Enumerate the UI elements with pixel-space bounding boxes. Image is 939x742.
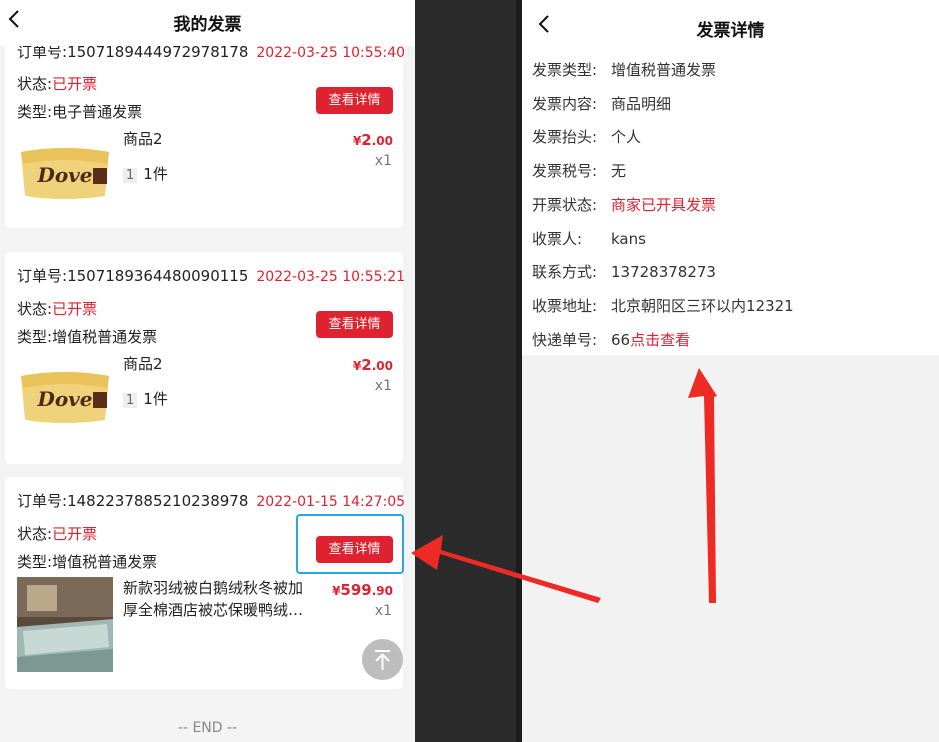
detail-row-recipient: 收票人: kans — [532, 230, 646, 248]
type-value: 电子普通发票 — [52, 103, 143, 121]
invoice-type: 类型:增值税普通发票 — [17, 328, 158, 346]
product-price: ¥2.00 — [352, 131, 393, 149]
type-value: 增值税普通发票 — [52, 328, 158, 346]
product-image — [17, 577, 113, 672]
product-count: x1 — [374, 603, 392, 619]
product-quantity: 1 1件 — [123, 163, 168, 184]
invoice-card: 订单号:1507189364480090115 2022-03-25 10:55:… — [5, 252, 406, 464]
invoice-status: 状态:已开票 — [17, 525, 98, 543]
invoice-detail-panel: 发票类型: 增值税普通发票 发票内容: 商品明细 发票抬头: 个人 发票税号: 无 开票… — [522, 50, 939, 355]
product-image: Dove — [17, 142, 113, 200]
invoice-detail-screen: 发票详情 发票类型: 增值税普通发票 发票内容: 商品明细 发票抬头: 个人 发票税号… — [522, 0, 939, 742]
header-bar: 发票详情 — [522, 0, 939, 50]
detail-row-invoice-title: 发票抬头: 个人 — [532, 128, 642, 146]
product-name: 商品2 — [123, 130, 163, 148]
detail-row-invoice-type: 发票类型: 增值税普通发票 — [532, 61, 717, 79]
order-number: 1507189364480090115 — [67, 267, 249, 285]
order-datetime: 2022-01-15 14:27:05 — [256, 494, 406, 510]
svg-text:Dove: Dove — [36, 163, 92, 187]
status-value: 已开票 — [52, 525, 98, 543]
type-value: 增值税普通发票 — [52, 553, 158, 571]
product-name: 商品2 — [123, 355, 163, 373]
product-quantity: 1 1件 — [123, 388, 168, 409]
detail-row-tax-number: 发票税号: 无 — [532, 162, 627, 180]
product-count: x1 — [374, 153, 392, 169]
highlight-box — [296, 514, 404, 574]
list-end-marker: -- END -- — [177, 720, 238, 736]
status-value: 已开票 — [52, 75, 98, 93]
page-title: 发票详情 — [696, 21, 765, 41]
invoice-type: 类型:增值税普通发票 — [17, 553, 158, 571]
page-title: 我的发票 — [173, 15, 242, 35]
arrow-up-to-top-icon — [375, 650, 390, 670]
detail-row-tracking: 快递单号: 66点击查看 — [532, 331, 691, 349]
view-tracking-link[interactable]: 点击查看 — [630, 331, 690, 349]
detail-row-address: 收票地址: 北京朝阳区三环以内12321 — [532, 297, 794, 315]
view-details-button[interactable]: 查看详情 — [316, 87, 393, 114]
invoice-type: 类型:电子普通发票 — [17, 103, 143, 121]
screenshot-root: 订单号:1507189444972978178 2022-03-25 10:55:… — [0, 0, 939, 742]
invoice-list-screen: 订单号:1507189444972978178 2022-03-25 10:55:… — [0, 0, 415, 742]
detail-row-invoice-status: 开票状态: 商家已开具发票 — [532, 196, 717, 214]
product-image: Dove — [17, 366, 113, 424]
order-number-row: 订单号:1507189364480090115 2022-03-25 10:55:… — [17, 267, 406, 285]
product-name: 新款羽绒被白鹅绒秋冬被加 厚全棉酒店被芯保暖鸭绒… — [123, 579, 304, 619]
status-value: 已开票 — [52, 300, 98, 318]
order-number: 1482237885210238978 — [67, 492, 249, 510]
order-datetime: 2022-03-25 10:55:21 — [256, 269, 406, 285]
product-count: x1 — [374, 378, 392, 394]
order-datetime: 2022-03-25 10:55:40 — [256, 45, 406, 61]
detail-row-invoice-content: 发票内容: 商品明细 — [532, 95, 672, 113]
invoice-status: 状态:已开票 — [17, 300, 98, 318]
header-bar: 我的发票 — [0, 0, 415, 46]
detail-row-contact: 联系方式: 13728378273 — [532, 263, 716, 281]
product-price: ¥599.90 — [332, 581, 393, 599]
invoice-card: 订单号:1482237885210238978 2022-01-15 14:27:… — [5, 477, 406, 689]
order-number-row: 订单号:1482237885210238978 2022-01-15 14:27:… — [17, 492, 406, 510]
view-details-button[interactable]: 查看详情 — [316, 311, 393, 338]
product-price: ¥2.00 — [352, 356, 393, 374]
invoice-status: 状态:已开票 — [17, 75, 98, 93]
invoice-card: 订单号:1507189444972978178 2022-03-25 10:55:… — [5, 28, 406, 228]
svg-text:Dove: Dove — [36, 387, 92, 411]
scroll-to-top-button[interactable] — [362, 639, 403, 680]
